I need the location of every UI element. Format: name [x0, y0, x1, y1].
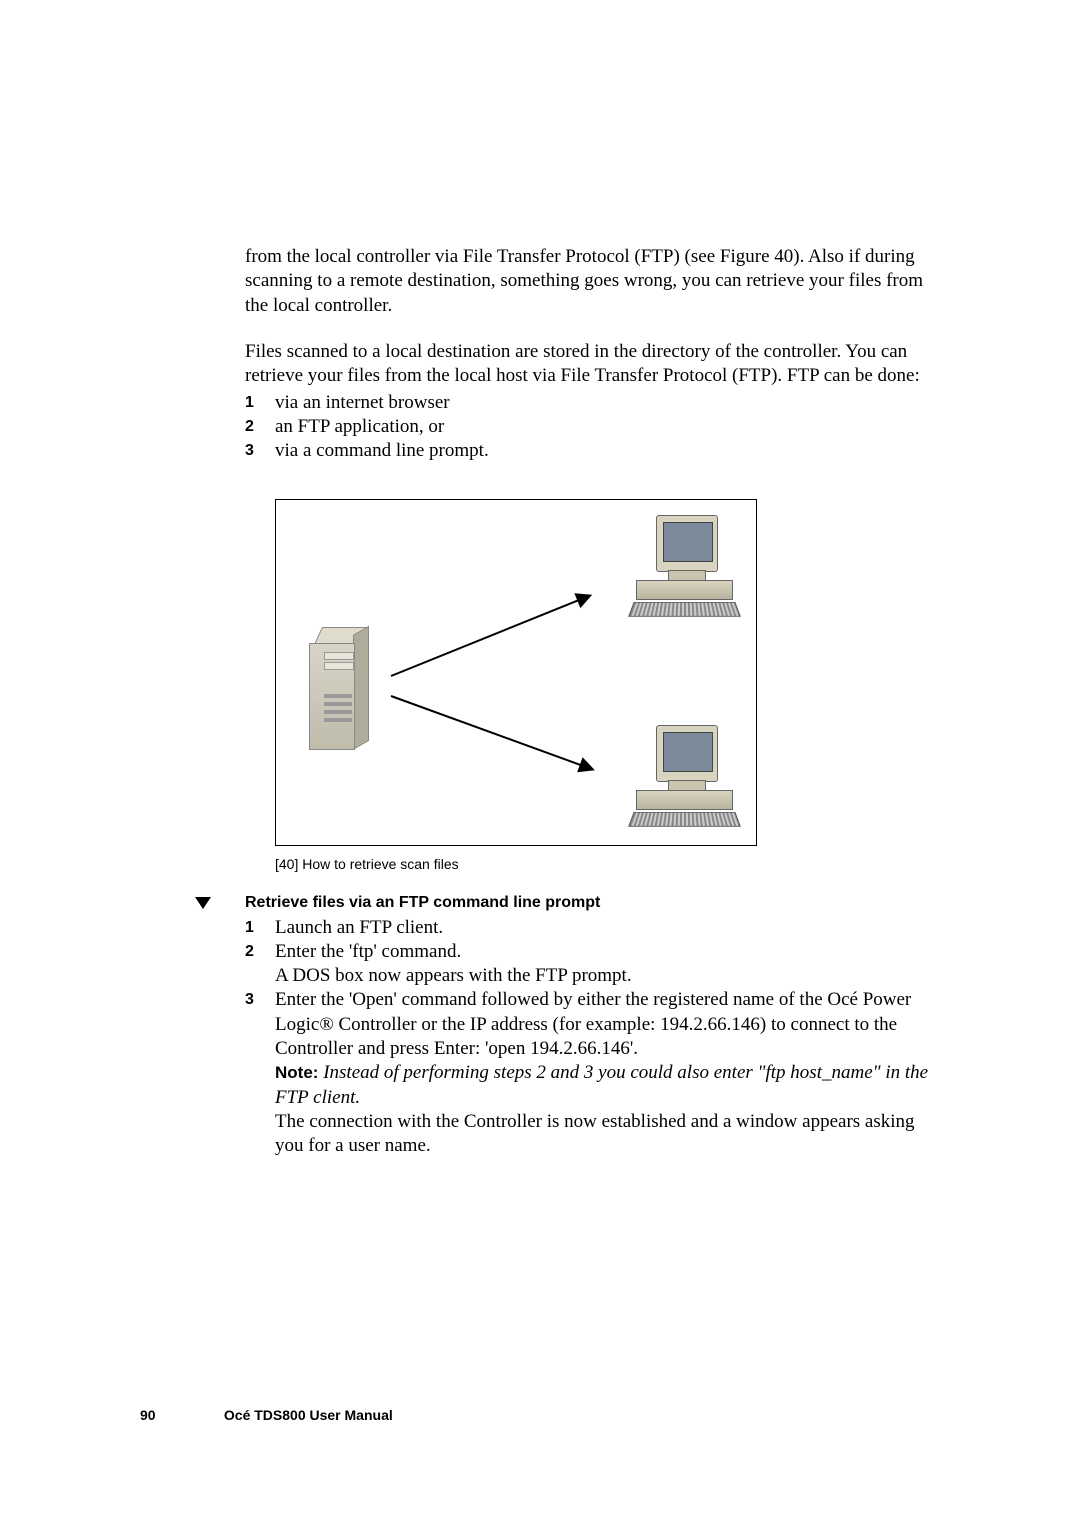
step-2-line2: A DOS box now appears with the FTP promp… [275, 965, 632, 986]
list-item-1: 1 via an internet browser [245, 391, 940, 415]
arrow-icon [391, 594, 591, 676]
list-text: an FTP application, or [275, 415, 940, 439]
paragraph-continuation: from the local controller via File Trans… [245, 245, 940, 318]
server-icon [301, 615, 381, 755]
step-3-continuation: The connection with the Controller is no… [275, 1111, 915, 1156]
triangle-down-icon [195, 897, 211, 909]
list-text: Enter the 'Open' command followed by eit… [275, 988, 940, 1158]
footer-title: Océ TDS800 User Manual [224, 1407, 393, 1423]
procedure-title: Retrieve files via an FTP command line p… [245, 894, 600, 912]
list-text: Enter the 'ftp' command. A DOS box now a… [275, 940, 940, 989]
list-item-3: 3 via a command line prompt. [245, 439, 940, 463]
note-text: Instead of performing steps 2 and 3 you … [275, 1062, 928, 1107]
computer-icon [626, 515, 736, 620]
list-number: 1 [245, 391, 275, 415]
page-footer: 90 Océ TDS800 User Manual [140, 1407, 393, 1423]
list-number: 2 [245, 940, 275, 989]
page: from the local controller via File Trans… [0, 0, 1080, 1528]
figure-retrieve-scan-files [275, 499, 757, 846]
arrow-icon [391, 695, 594, 770]
list-number: 2 [245, 415, 275, 439]
list-text: Launch an FTP client. [275, 916, 940, 940]
computer-icon [626, 725, 736, 830]
step-3-main: Enter the 'Open' command followed by eit… [275, 989, 911, 1059]
figure-caption: [40] How to retrieve scan files [275, 856, 940, 872]
list-item-2: 2 an FTP application, or [245, 415, 940, 439]
step-3: 3 Enter the 'Open' command followed by e… [245, 988, 940, 1158]
note-label: Note: [275, 1063, 318, 1082]
paragraph-files-scanned: Files scanned to a local destination are… [245, 340, 940, 389]
list-number: 1 [245, 916, 275, 940]
list-number: 3 [245, 988, 275, 1158]
step-1: 1 Launch an FTP client. [245, 916, 940, 940]
list-text: via an internet browser [275, 391, 940, 415]
page-number: 90 [140, 1407, 220, 1423]
step-2: 2 Enter the 'ftp' command. A DOS box now… [245, 940, 940, 989]
step-2-line1: Enter the 'ftp' command. [275, 941, 461, 962]
list-number: 3 [245, 439, 275, 463]
list-text: via a command line prompt. [275, 439, 940, 463]
procedure-header: Retrieve files via an FTP command line p… [245, 894, 940, 912]
